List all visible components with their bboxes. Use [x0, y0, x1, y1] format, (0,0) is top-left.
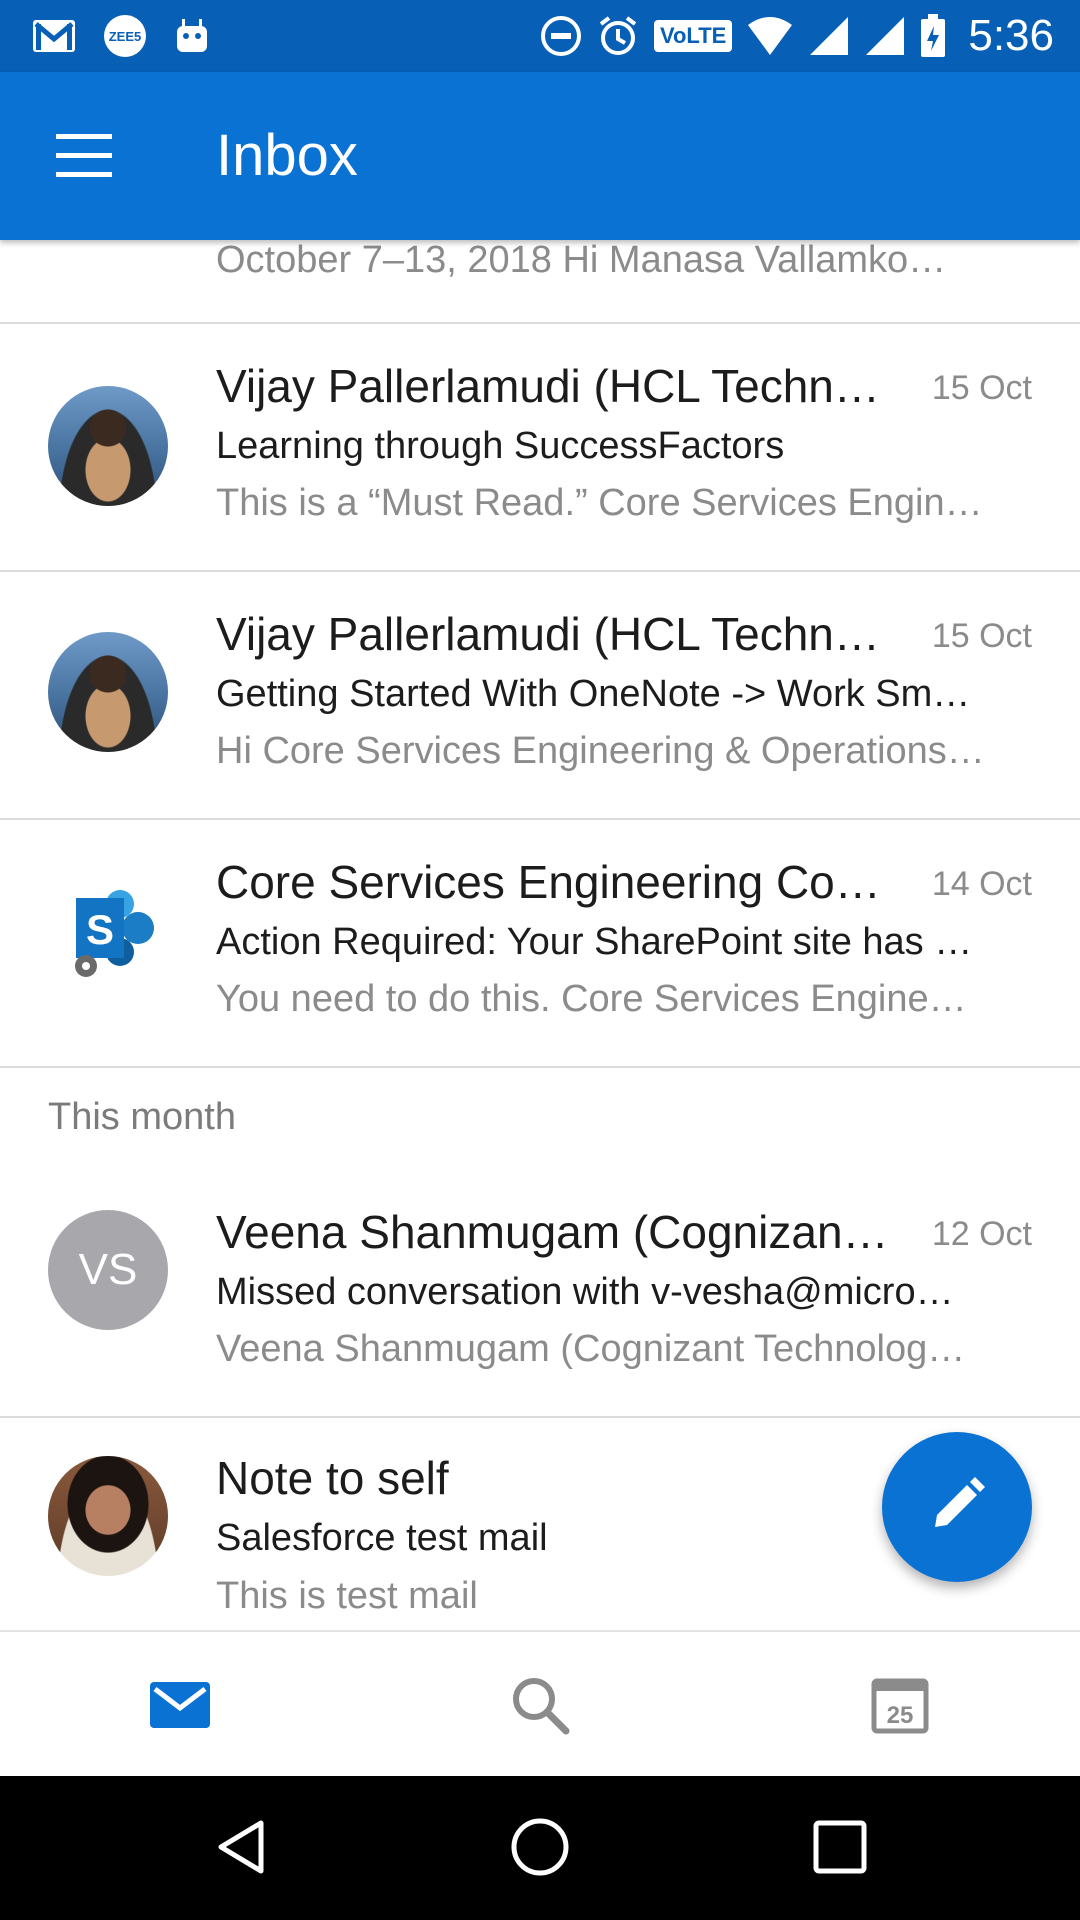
status-time: 5:36 — [968, 11, 1054, 60]
avatar: VS — [48, 1210, 168, 1330]
nav-calendar[interactable]: 25 — [855, 1662, 945, 1752]
calendar-badge: 25 — [887, 1702, 914, 1729]
message-sender: Vijay Pallerlamudi (HCL Techn… — [216, 608, 880, 660]
nav-mail[interactable] — [135, 1662, 225, 1752]
avatar — [48, 632, 168, 752]
message-snippet: You need to do this. Core Services Engin… — [216, 978, 967, 1020]
message-subject: Getting Started With OneNote -> Work Sm… — [216, 673, 971, 715]
signal-icon — [864, 15, 906, 57]
status-bar-system: VoLTE 5:36 — [540, 10, 1054, 62]
system-navigation-bar — [0, 1776, 1080, 1920]
recents-button[interactable] — [805, 1814, 875, 1884]
signal-icon — [808, 15, 850, 57]
message-subject: Action Required: Your SharePoint site ha… — [216, 921, 973, 963]
list-item[interactable]: October 7–13, 2018 Hi Manasa Vallamko… — [0, 240, 1080, 324]
list-item[interactable]: Vijay Pallerlamudi (HCL Techn… 15 Oct Ge… — [0, 572, 1080, 820]
back-icon — [211, 1817, 271, 1882]
wifi-icon — [746, 15, 794, 57]
message-subject: Missed conversation with v-vesha@micro… — [216, 1271, 954, 1313]
home-button[interactable] — [505, 1814, 575, 1884]
do-not-disturb-icon — [540, 15, 582, 57]
app-bar: Inbox — [0, 72, 1080, 240]
hamburger-menu-icon[interactable] — [56, 134, 112, 178]
page-title: Inbox — [216, 123, 358, 188]
message-snippet: Veena Shanmugam (Cognizant Technolog… — [216, 1328, 966, 1370]
avatar — [48, 386, 168, 506]
message-date: 12 Oct — [931, 1215, 1032, 1253]
battery-icon — [920, 14, 946, 58]
section-header: This month — [48, 1096, 236, 1138]
pencil-compose-icon — [927, 1475, 987, 1540]
message-sender: Vijay Pallerlamudi (HCL Techn… — [216, 360, 880, 412]
message-sender: Veena Shanmugam (Cognizan… — [216, 1206, 889, 1258]
status-bar-notifications: ZEE5 — [32, 12, 210, 60]
home-icon — [509, 1816, 571, 1883]
mail-list[interactable]: October 7–13, 2018 Hi Manasa Vallamko… V… — [0, 240, 1080, 1630]
volte-icon: VoLTE — [653, 20, 733, 52]
gmail-icon — [32, 19, 76, 53]
message-date: 14 Oct — [931, 865, 1032, 903]
bottom-navigation: 25 — [0, 1630, 1080, 1778]
search-icon — [509, 1674, 571, 1741]
message-snippet: This is a “Must Read.” Core Services Eng… — [216, 482, 983, 524]
avatar — [48, 1456, 168, 1576]
mail-icon — [149, 1680, 211, 1735]
nav-search[interactable] — [495, 1662, 585, 1752]
message-snippet: October 7–13, 2018 Hi Manasa Vallamko… — [216, 240, 947, 280]
android-icon — [174, 16, 210, 56]
status-bar: ZEE5 VoLTE 5:36 — [0, 0, 1080, 72]
compose-button[interactable] — [882, 1432, 1032, 1582]
message-snippet: This is test mail — [216, 1575, 478, 1617]
message-sender: Note to self — [216, 1452, 449, 1504]
message-sender: Core Services Engineering Co… — [216, 856, 881, 908]
alarm-icon — [596, 14, 640, 58]
message-snippet: Hi Core Services Engineering & Operation… — [216, 730, 985, 772]
message-date: 15 Oct — [931, 617, 1032, 655]
svg-text:S: S — [86, 906, 114, 953]
message-date: 15 Oct — [931, 369, 1032, 407]
zee5-label: ZEE5 — [109, 29, 142, 44]
calendar-icon: 25 — [870, 1675, 930, 1740]
list-item[interactable]: S Core Services Engineering Co… 14 Oct A… — [0, 820, 1080, 1068]
zee5-icon: ZEE5 — [102, 13, 148, 59]
sharepoint-logo-icon: S — [60, 878, 170, 988]
back-button[interactable] — [206, 1814, 276, 1884]
recents-icon — [812, 1819, 868, 1880]
message-subject: Learning through SuccessFactors — [216, 425, 785, 467]
list-item[interactable]: Vijay Pallerlamudi (HCL Techn… 15 Oct Le… — [0, 324, 1080, 572]
list-item[interactable]: VS Veena Shanmugam (Cognizan… 12 Oct Mis… — [0, 1170, 1080, 1418]
